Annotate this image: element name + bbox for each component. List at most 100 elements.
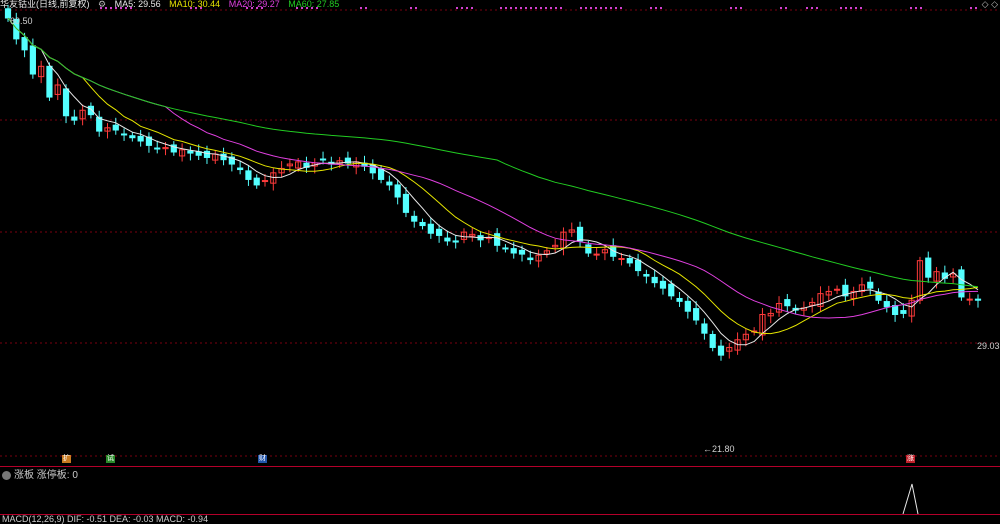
- signal-dot: [125, 7, 127, 9]
- candle-body: [643, 274, 650, 277]
- signal-dot: [200, 7, 202, 9]
- signal-dot: [130, 7, 132, 9]
- candle-body: [618, 258, 625, 261]
- candlestick-chart[interactable]: 60.50 ←21.80 29.03: [0, 0, 1000, 521]
- signal-dot: [580, 7, 582, 9]
- candle-body: [717, 345, 725, 356]
- candle-body: [693, 308, 700, 321]
- low-price-label: ←21.80: [703, 444, 735, 454]
- signal-dot: [535, 7, 537, 9]
- candle-body: [502, 247, 509, 250]
- candle-body: [833, 288, 841, 291]
- candle-body: [419, 221, 426, 227]
- signal-dot: [920, 7, 922, 9]
- signal-dot: [785, 7, 787, 9]
- panel-separator: [0, 466, 1000, 467]
- candle-body: [203, 150, 211, 158]
- signal-dot: [365, 7, 367, 9]
- candle-body: [261, 180, 269, 183]
- candle-body: [386, 181, 393, 186]
- candle-body: [684, 300, 691, 312]
- candle-body: [974, 298, 982, 301]
- candle-body: [71, 116, 78, 121]
- ma10-line: [7, 17, 979, 335]
- signal-dot: [605, 7, 607, 9]
- signal-dot: [360, 7, 362, 9]
- candle-body: [925, 257, 932, 278]
- candle-body: [129, 135, 136, 139]
- signal-dot: [456, 7, 458, 9]
- last-price-label: 29.03: [977, 341, 1000, 351]
- candle-body: [21, 37, 28, 51]
- signal-dot: [105, 7, 107, 9]
- signal-dot: [590, 7, 592, 9]
- candle-body: [137, 135, 144, 142]
- signal-dot: [585, 7, 587, 9]
- signal-dot: [560, 7, 562, 9]
- candle-body: [875, 291, 882, 301]
- signal-dot: [410, 7, 412, 9]
- candle-body: [701, 323, 708, 334]
- signal-dot: [540, 7, 542, 9]
- candle-body: [709, 333, 716, 348]
- signal-dot: [545, 7, 547, 9]
- event-marker-3[interactable]: 财: [258, 455, 267, 463]
- event-marker-1[interactable]: 扩: [62, 455, 71, 463]
- signal-dot: [840, 7, 842, 9]
- candle-body: [867, 281, 874, 289]
- candle-body: [576, 226, 584, 242]
- high-price-label: 60.50: [10, 16, 33, 26]
- signal-dot: [251, 7, 253, 9]
- signal-dot: [296, 7, 298, 9]
- signal-dot: [660, 7, 662, 9]
- candle-body: [319, 158, 327, 161]
- candle-body: [883, 301, 890, 308]
- candle-body: [62, 88, 70, 117]
- candle-body: [411, 215, 418, 222]
- candle-body: [112, 124, 119, 131]
- signal-dot: [306, 7, 308, 9]
- ma5-line: [7, 17, 979, 346]
- signal-dot: [100, 7, 102, 9]
- signal-dot: [190, 7, 192, 9]
- signal-dot: [115, 7, 117, 9]
- candle-body: [452, 240, 459, 243]
- candle-body: [966, 298, 973, 301]
- event-marker-4[interactable]: 涨: [906, 455, 915, 463]
- signal-dot: [256, 7, 258, 9]
- signal-dot: [620, 7, 622, 9]
- candle-body: [377, 168, 385, 180]
- candle-body: [394, 184, 401, 198]
- signal-dot: [735, 7, 737, 9]
- sub-panel-header: 涨板 涨停板: 0: [2, 466, 78, 481]
- signal-dot: [655, 7, 657, 9]
- candle-body: [245, 170, 252, 180]
- signal-dot: [970, 7, 972, 9]
- candle-body: [593, 253, 600, 256]
- signal-dot: [471, 7, 473, 9]
- candle-body: [651, 276, 658, 284]
- candle-body: [676, 297, 683, 302]
- candle-body: [784, 299, 791, 307]
- signal-dot: [650, 7, 652, 9]
- limit-up-spike: [902, 483, 919, 515]
- ma20-line: [7, 17, 979, 319]
- signal-dot: [610, 7, 612, 9]
- event-marker-2[interactable]: 试: [106, 455, 115, 463]
- signal-dot: [461, 7, 463, 9]
- signal-dot: [301, 7, 303, 9]
- signal-dot: [915, 7, 917, 9]
- candle-body: [527, 257, 534, 261]
- signal-dot: [415, 7, 417, 9]
- macd-header: MACD(12,26,9) DIF: -0.51 DEA: -0.03 MACD…: [2, 514, 209, 524]
- candle-body: [510, 248, 517, 254]
- signal-dot: [615, 7, 617, 9]
- signal-dot: [806, 7, 808, 9]
- candle-body: [494, 233, 501, 246]
- signal-dot: [515, 7, 517, 9]
- sub-panel-gear-icon[interactable]: [2, 470, 11, 480]
- candle-body: [585, 244, 592, 254]
- signal-dot: [261, 7, 263, 9]
- signal-dot: [910, 7, 912, 9]
- candle-body: [444, 237, 451, 242]
